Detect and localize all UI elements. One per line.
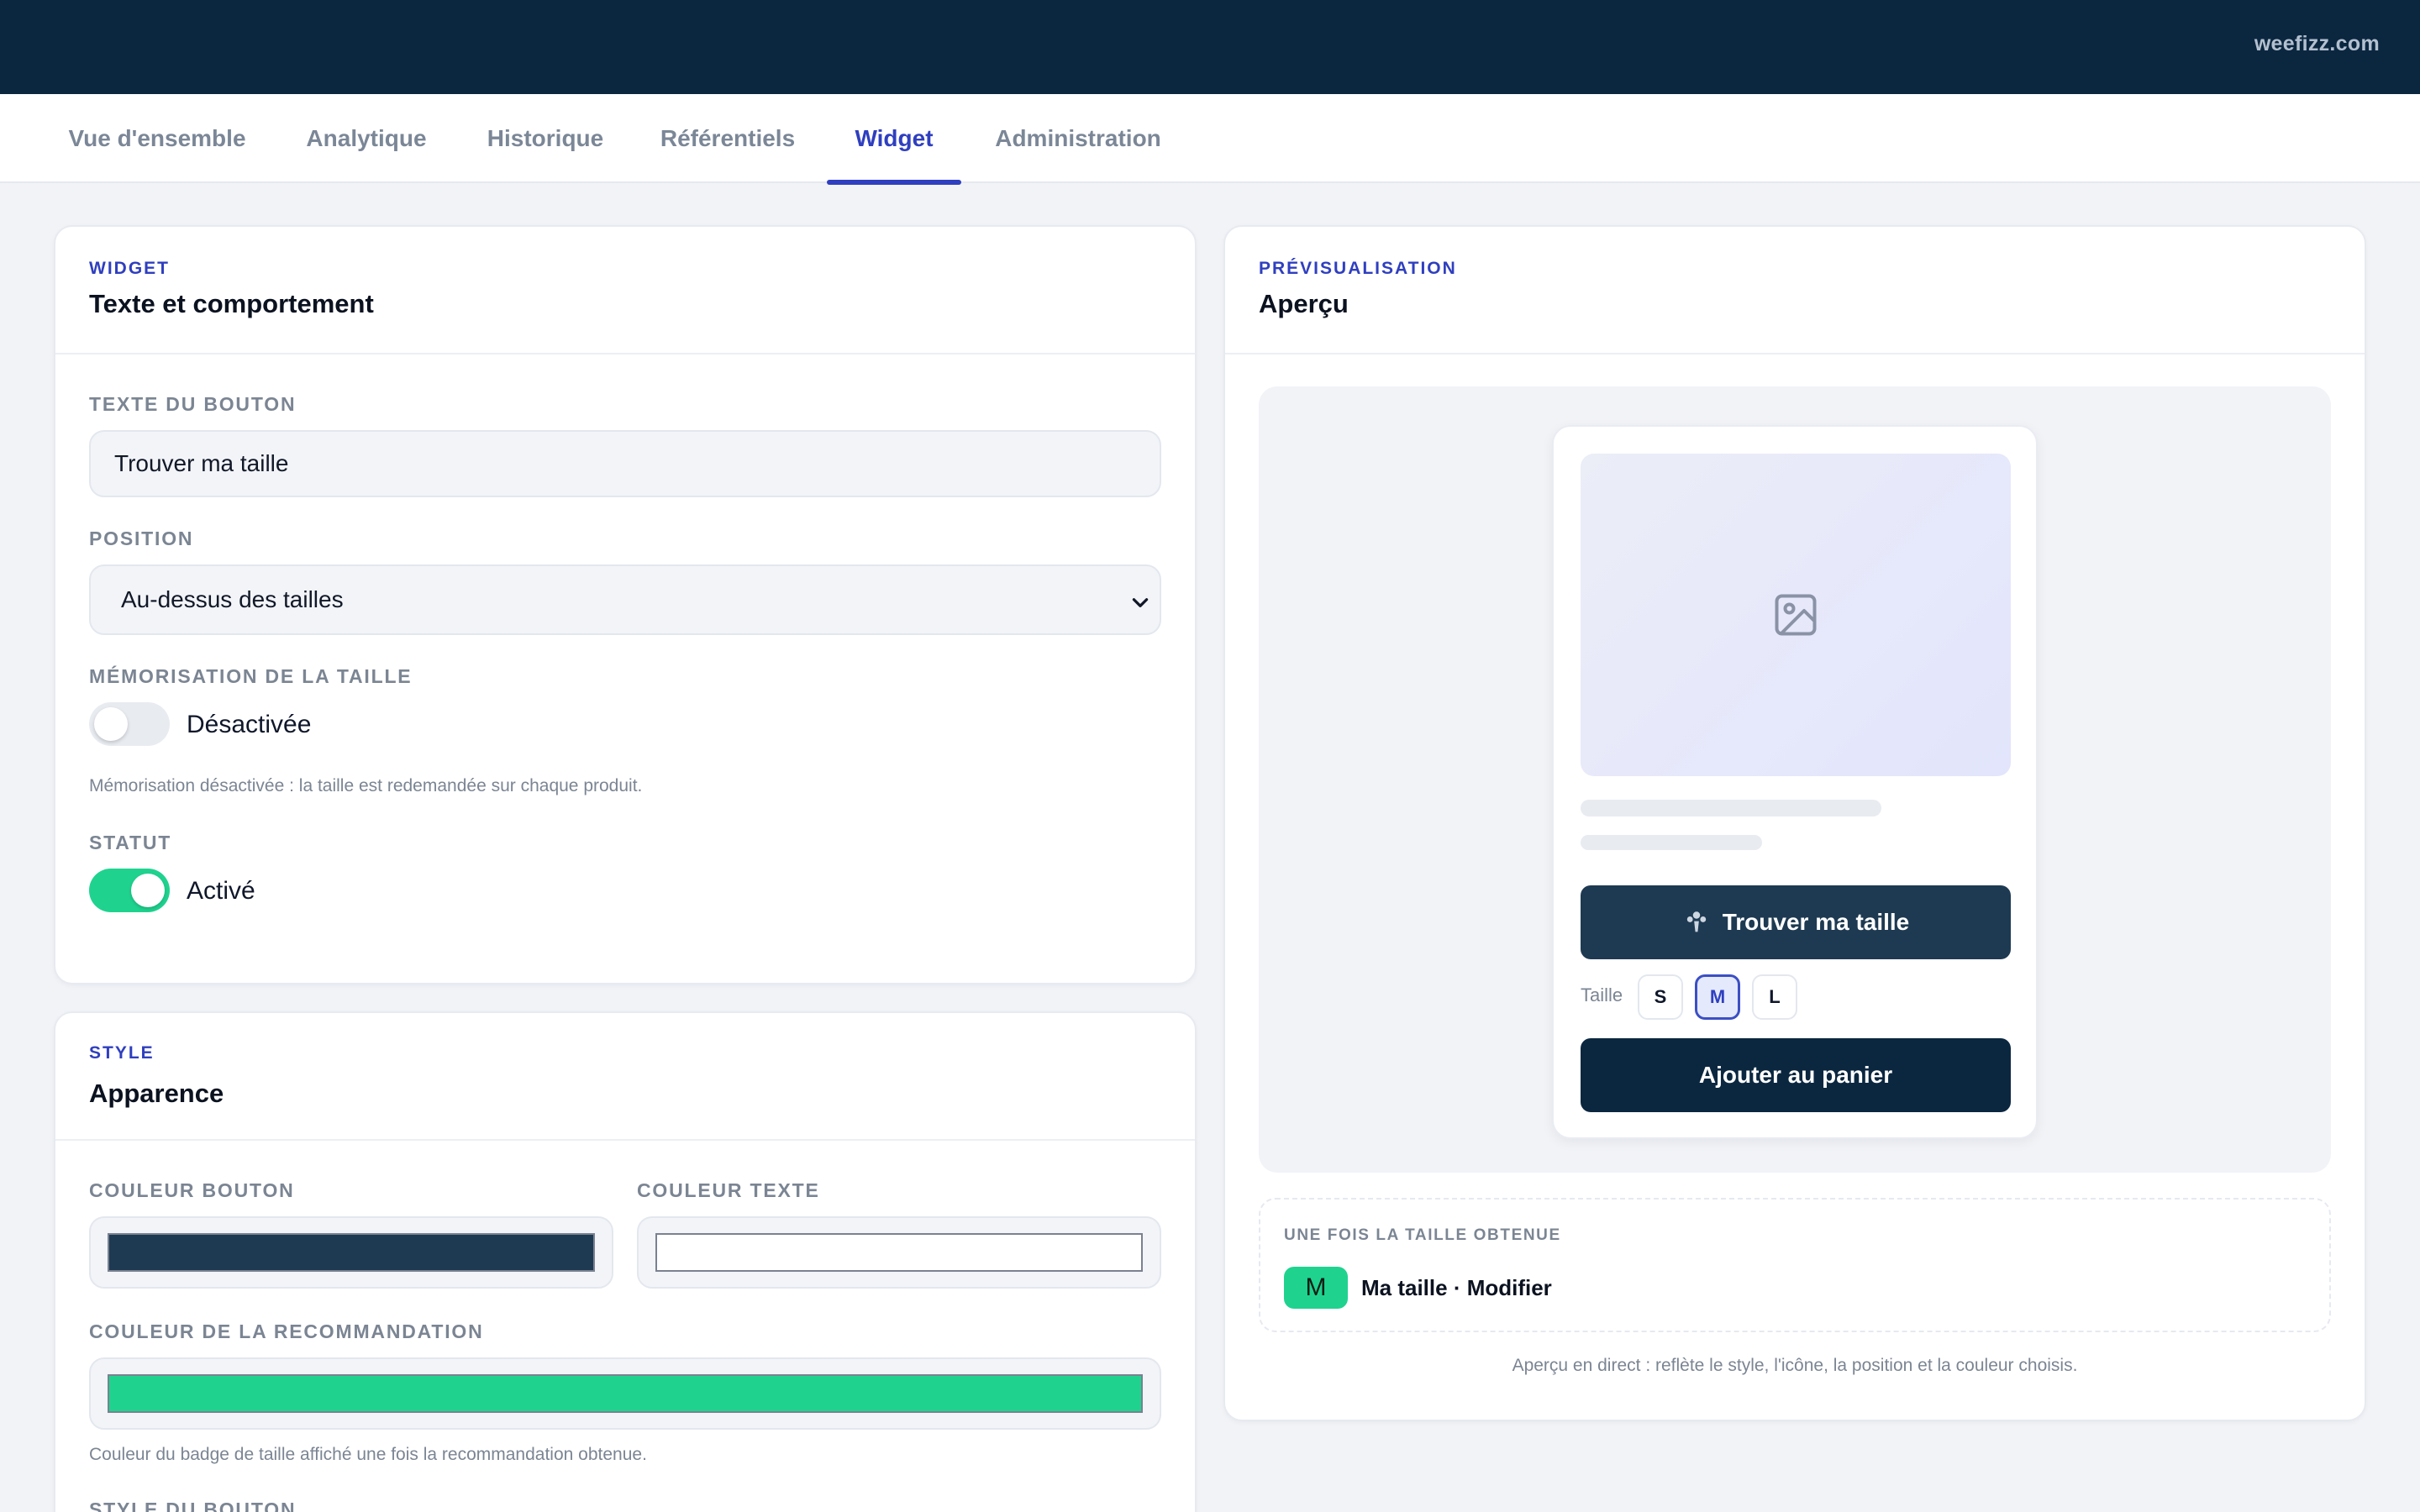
couleur-texte-picker[interactable] (637, 1216, 1161, 1289)
couleur-bouton-label: COULEUR BOUTON (89, 1179, 295, 1201)
button-text-input[interactable]: Trouver ma taille (89, 430, 1161, 497)
weefizz-logo-icon (1686, 911, 1706, 932)
find-size-button-label: Trouver ma taille (1722, 909, 1910, 935)
skeleton-price (1581, 835, 1762, 850)
add-to-cart-button[interactable]: Ajouter au panier (1581, 1038, 2011, 1112)
preview-eyebrow: PRÉVISUALISATION (1259, 259, 1457, 278)
style-bouton-label: STYLE DU BOUTON (89, 1499, 297, 1512)
button-text-label: TEXTE DU BOUTON (89, 393, 297, 415)
preview-stage: Trouver ma taille Taille S M L Ajouter a… (1259, 386, 2331, 1173)
tab-administration[interactable]: Administration (993, 94, 1163, 183)
tab-analytique[interactable]: Analytique (306, 94, 427, 183)
size-chip-l[interactable]: L (1752, 974, 1797, 1020)
tab-widget[interactable]: Widget (827, 94, 961, 185)
statut-state: Activé (187, 877, 255, 905)
couleur-texte-label: COULEUR TEXTE (637, 1179, 820, 1201)
widget-eyebrow: WIDGET (89, 259, 170, 278)
memorisation-toggle[interactable] (89, 702, 170, 746)
domain-label[interactable]: weefizz.com (2254, 32, 2380, 56)
after-size-box: UNE FOIS LA TAILLE OBTENUE M Ma taille ·… (1259, 1198, 2331, 1332)
size-chip-s[interactable]: S (1638, 974, 1683, 1020)
tab-vue-ensemble[interactable]: Vue d'ensemble (67, 94, 247, 183)
memorisation-hint: Mémorisation désactivée : la taille est … (89, 776, 643, 795)
widget-card-title: Texte et comportement (89, 289, 374, 318)
statut-toggle[interactable] (89, 869, 170, 912)
my-size-modify-link[interactable]: Ma taille · Modifier (1361, 1275, 1552, 1301)
widget-card: WIDGET Texte et comportement TEXTE DU BO… (54, 225, 1197, 984)
toggle-knob (94, 707, 128, 741)
memorisation-label: MÉMORISATION DE LA TAILLE (89, 665, 413, 687)
style-card: STYLE Apparence COULEUR BOUTON COULEUR T… (54, 1011, 1197, 1512)
couleur-bouton-picker[interactable] (89, 1216, 613, 1289)
preview-card-header: PRÉVISUALISATION Aperçu (1225, 227, 2365, 354)
style-card-header: STYLE Apparence (55, 1013, 1195, 1141)
couleur-texte-swatch (655, 1233, 1143, 1272)
size-chip-m[interactable]: M (1695, 974, 1740, 1020)
memorisation-state: Désactivée (187, 711, 312, 738)
couleur-bouton-swatch (108, 1233, 595, 1272)
widget-card-header: WIDGET Texte et comportement (55, 227, 1195, 354)
toggle-knob (131, 874, 165, 907)
chevron-down-icon (1132, 598, 1149, 607)
tab-historique[interactable]: Historique (487, 94, 603, 183)
size-badge: M (1284, 1267, 1348, 1309)
after-eyebrow: UNE FOIS LA TAILLE OBTENUE (1284, 1226, 1561, 1244)
main-nav: Vue d'ensemble Analytique Historique Réf… (0, 94, 2420, 185)
style-eyebrow: STYLE (89, 1043, 155, 1063)
product-image-placeholder (1581, 454, 2011, 776)
image-icon (1775, 594, 1817, 636)
top-bar: weefizz.com (0, 0, 2420, 94)
position-select-value: Au-dessus des tailles (121, 586, 344, 612)
couleur-recommandation-swatch (108, 1374, 1143, 1413)
style-card-title: Apparence (89, 1079, 224, 1108)
position-label: POSITION (89, 528, 194, 549)
couleur-recommandation-hint: Couleur du badge de taille affiché une f… (89, 1445, 647, 1464)
skeleton-title (1581, 800, 1881, 816)
size-label: Taille (1581, 984, 1623, 1005)
find-size-button[interactable]: Trouver ma taille (1581, 885, 2011, 959)
tab-referentiels[interactable]: Référentiels (660, 94, 795, 183)
product-mockup: Trouver ma taille Taille S M L Ajouter a… (1552, 425, 2038, 1139)
preview-note: Aperçu en direct : reflète le style, l'i… (1512, 1356, 2078, 1375)
preview-card: PRÉVISUALISATION Aperçu Trouver ma taill… (1223, 225, 2366, 1421)
preview-card-title: Aperçu (1259, 289, 1349, 318)
couleur-recommandation-picker[interactable] (89, 1357, 1161, 1430)
position-select[interactable]: Au-dessus des tailles (89, 564, 1161, 635)
statut-label: STATUT (89, 832, 172, 853)
couleur-recommandation-label: COULEUR DE LA RECOMMANDATION (89, 1320, 484, 1342)
